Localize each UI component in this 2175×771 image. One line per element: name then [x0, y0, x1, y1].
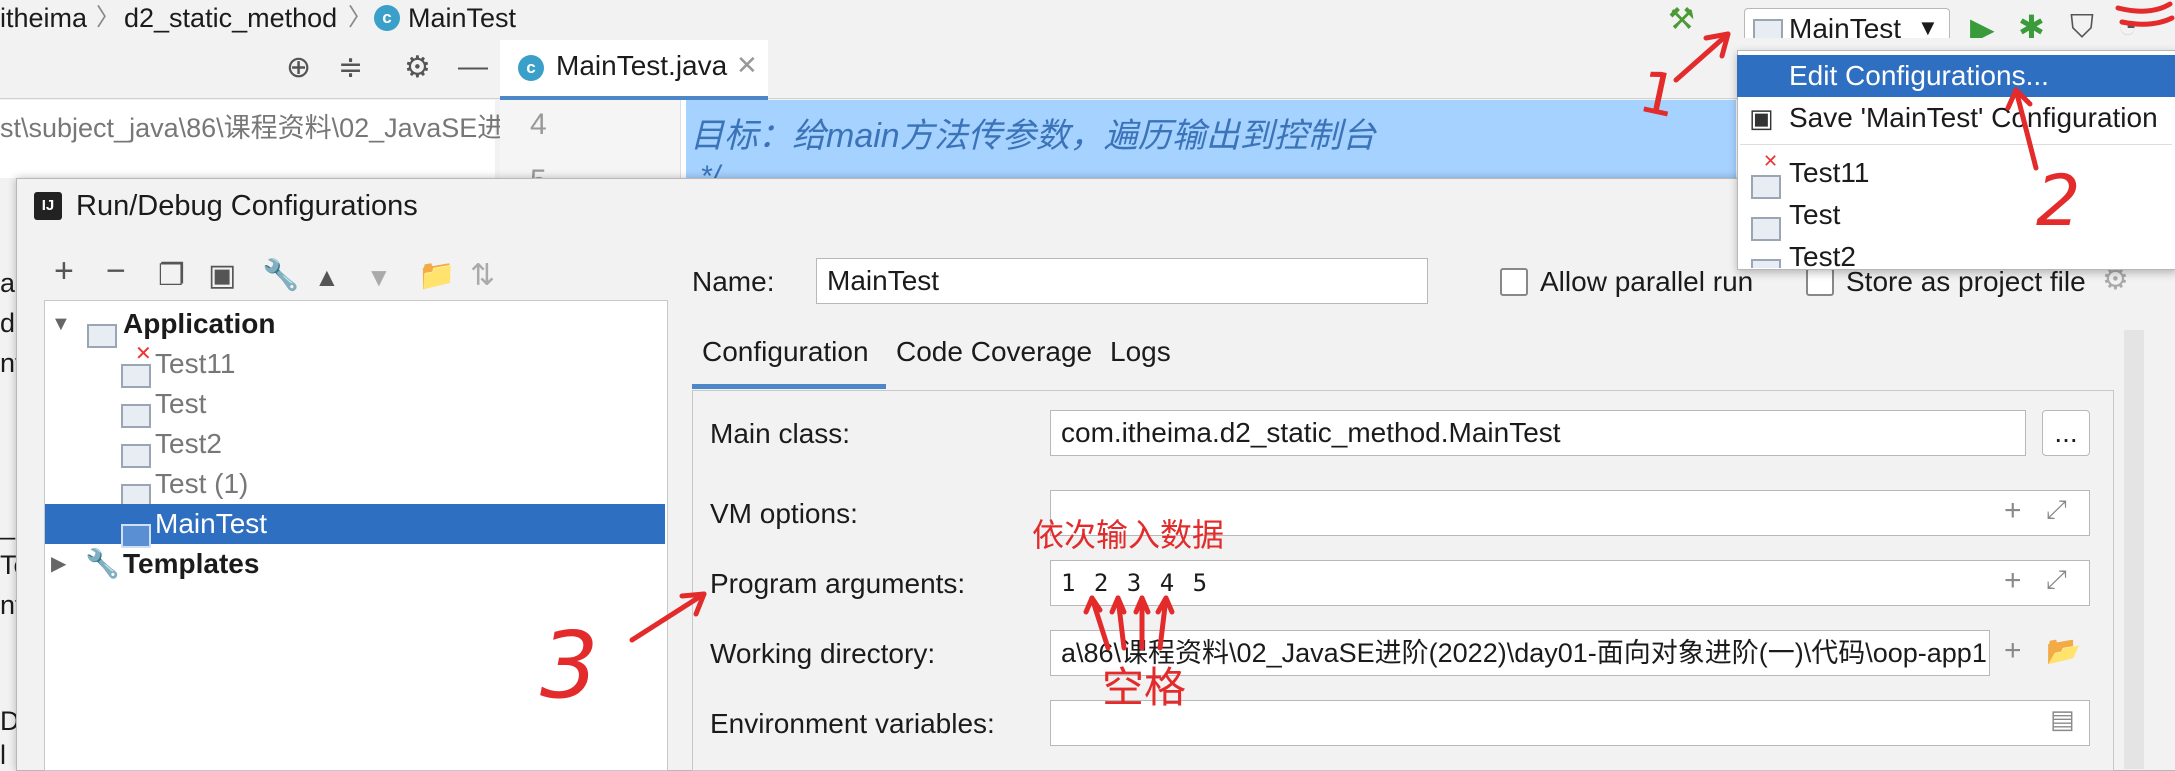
annotation-step-2: 2	[2036, 160, 2081, 242]
annotation-squiggle	[2115, 1, 2175, 27]
annotation-space-note: 空格	[1102, 663, 1187, 712]
annotation-overlay	[629, 1, 2175, 651]
annotation-input-note: 依次输入数据	[1032, 516, 1225, 554]
annotation-step-3: 3	[540, 612, 599, 719]
annotation-arrow-3	[629, 591, 707, 643]
